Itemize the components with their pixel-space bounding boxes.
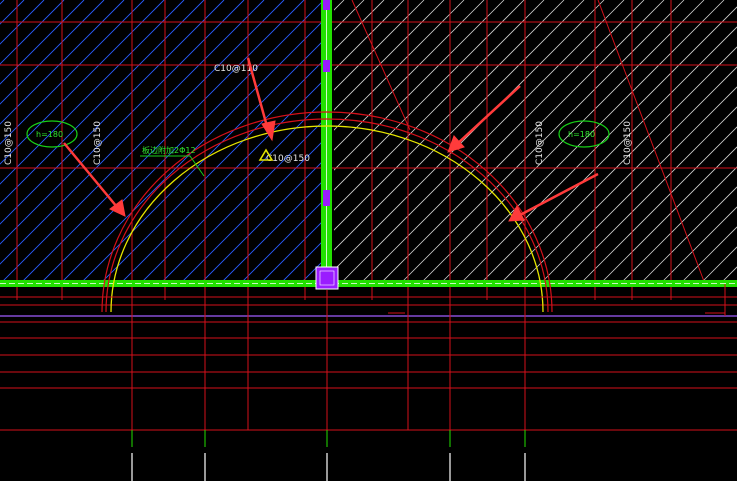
- hatch-line: [439, 0, 725, 284]
- arrow-icon: [447, 85, 521, 153]
- diagonal-red-line: [597, 0, 706, 285]
- hatch-line: [599, 146, 737, 284]
- hatch-line: [359, 0, 645, 284]
- square-icon[interactable]: [315, 266, 339, 290]
- hatch-line: [379, 0, 665, 284]
- edge-note-label: 板边附加2Φ12: [142, 145, 196, 155]
- hatch-line: [660, 0, 737, 284]
- wall-marker: [323, 60, 330, 72]
- rebar-label-left-a: C10@150: [4, 121, 14, 165]
- wall-marker-top: [323, 0, 330, 10]
- rebar-label-right-a: C10@150: [535, 121, 545, 165]
- hatch-line: [559, 106, 737, 284]
- hatch-line: [560, 0, 737, 284]
- hatch-line: [699, 246, 737, 284]
- hatch-line: [334, 0, 605, 271]
- hatch-line: [619, 166, 737, 284]
- hatch-line: [419, 0, 705, 284]
- hatch-line: [540, 0, 737, 284]
- edge-note-leader: [140, 155, 205, 177]
- cad-drawing-canvas[interactable]: C10@110 C10@150 C10@150 C10@150 C10@150 …: [0, 0, 737, 481]
- rebar-label-right-b: C10@150: [623, 121, 633, 165]
- hatch-line: [0, 0, 225, 225]
- hatch-line: [0, 0, 185, 185]
- arrow-icon: [508, 172, 599, 222]
- rebar-label-left-b: C10@150: [93, 121, 103, 165]
- hatch-line: [0, 0, 105, 105]
- wall-marker: [323, 190, 330, 206]
- hatch-line: [620, 0, 737, 284]
- hatch-line: [480, 0, 737, 284]
- dimension-ticks: [131, 430, 526, 481]
- slab-label-left: h=180: [36, 130, 63, 139]
- rebar-label-center: C10@150: [266, 154, 310, 164]
- hatch-line: [539, 86, 737, 284]
- hatch-line: [600, 0, 737, 284]
- cad-viewport[interactable]: C10@110 C10@150 C10@150 C10@150 C10@150 …: [0, 0, 737, 481]
- hatch-line: [659, 206, 737, 284]
- hatch-line: [339, 0, 625, 284]
- hatch-line: [479, 26, 737, 284]
- slab-label-right: h=180: [568, 130, 595, 139]
